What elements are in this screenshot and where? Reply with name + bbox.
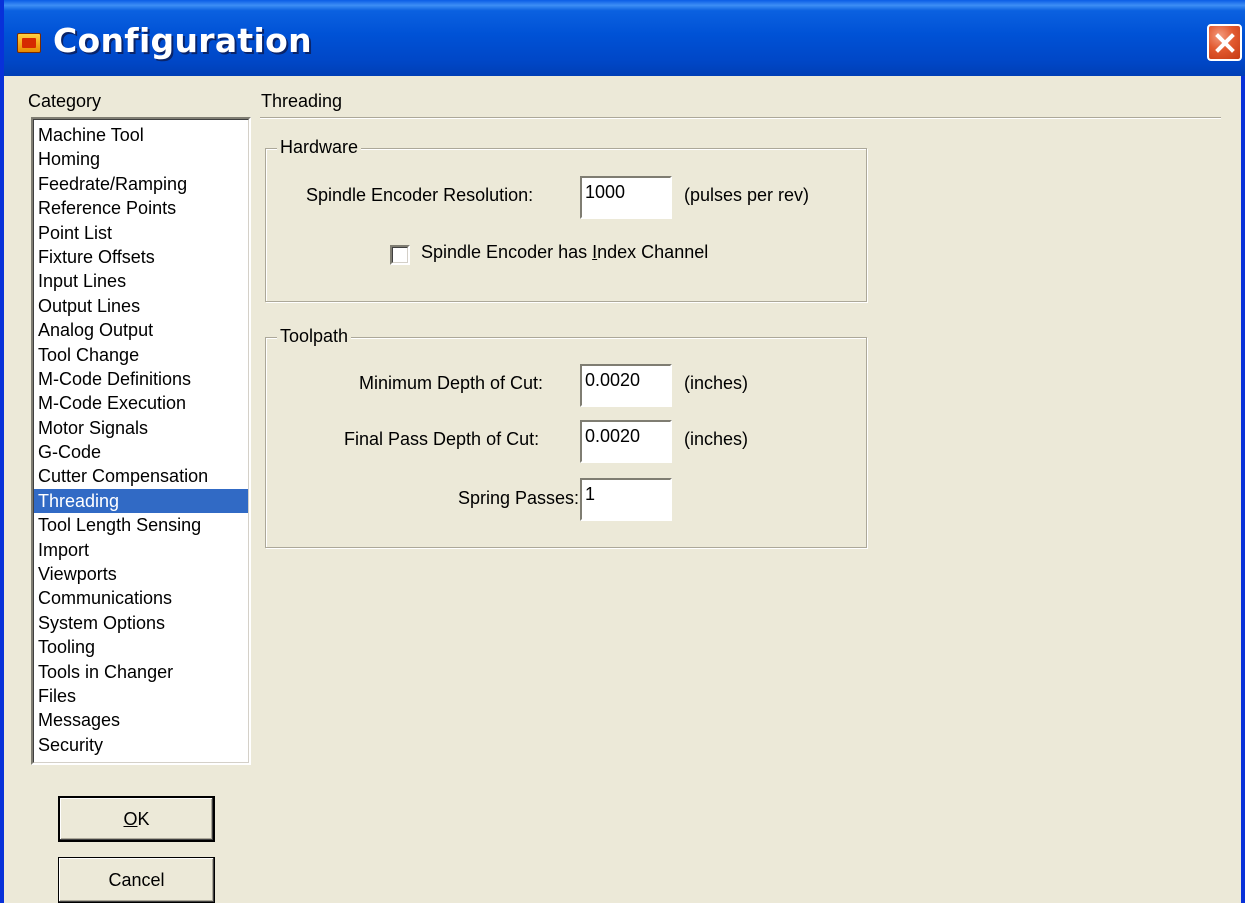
category-list[interactable]: Machine Tool Homing Feedrate/Ramping Refere… [31,117,251,765]
category-item[interactable]: Cutter Compensation [33,464,249,488]
final-depth-unit: (inches) [684,429,749,449]
category-item[interactable]: Files [33,684,249,708]
category-item[interactable]: Point List [33,221,249,245]
category-item[interactable]: System Options [33,611,249,635]
ok-button[interactable]: OK [58,796,215,842]
category-item[interactable]: Machine Tool [33,123,249,147]
configuration-dialog: Configuration Category Machine Tool Homin… [0,0,1245,903]
index-channel-label-pre: Spindle Encoder has [421,242,593,262]
category-item[interactable]: Tool Change [33,343,249,367]
toolpath-caption: Toolpath [277,326,352,347]
app-logo-icon [17,33,41,53]
category-item[interactable]: Threading [33,488,249,514]
min-depth-unit: (inches) [684,373,749,393]
title-bar[interactable]: Configuration [4,0,1245,76]
category-item[interactable]: Reference Points [33,196,249,220]
final-depth-label: Final Pass Depth of Cut: [344,429,540,449]
category-item[interactable]: Tooling [33,635,249,659]
category-item[interactable]: Motor Signals [33,416,249,440]
category-item[interactable]: Messages [33,708,249,732]
category-item[interactable]: M-Code Execution [33,391,249,415]
index-channel-label-post: ndex Channel [597,242,709,262]
category-item[interactable]: Import [33,538,249,562]
final-depth-input[interactable]: 0.0020 [580,420,672,463]
encoder-resolution-label: Spindle Encoder Resolution: [306,185,534,205]
category-item[interactable]: Viewports [33,562,249,586]
panel-separator [260,117,1221,119]
cancel-label: Cancel [108,869,165,890]
category-item[interactable]: M-Code Definitions [33,367,249,391]
category-label: Category [28,91,102,111]
category-item[interactable]: G-Code [33,440,249,464]
category-item[interactable]: Feedrate/Ramping [33,172,249,196]
index-channel-label[interactable]: Spindle Encoder has Index Channel [421,242,708,263]
category-item[interactable]: Tool Length Sensing [33,513,249,537]
spring-passes-input[interactable]: 1 [580,478,672,521]
hardware-group [265,148,867,302]
window-title: Configuration [53,21,312,60]
category-item[interactable]: Homing [33,147,249,171]
category-item[interactable]: Fixture Offsets [33,245,249,269]
spring-passes-label: Spring Passes: [458,488,580,508]
category-item[interactable]: Analog Output [33,318,249,342]
cancel-button[interactable]: Cancel [58,857,215,903]
category-item[interactable]: Security [33,733,249,757]
category-item[interactable]: Input Lines [33,269,249,293]
panel-title: Threading [261,91,343,111]
ok-mnemonic: O [123,808,138,829]
category-item[interactable]: Output Lines [33,294,249,318]
min-depth-input[interactable]: 0.0020 [580,364,672,407]
encoder-resolution-input[interactable]: 1000 [580,176,672,219]
close-icon [1214,32,1235,53]
hardware-caption: Hardware [277,137,362,158]
min-depth-label: Minimum Depth of Cut: [359,373,544,393]
index-channel-checkbox[interactable] [390,245,410,265]
ok-label: K [137,808,150,829]
encoder-resolution-unit: (pulses per rev) [684,185,810,205]
category-item[interactable]: Communications [33,586,249,610]
category-item[interactable]: Tools in Changer [33,660,249,684]
close-button[interactable] [1207,24,1242,61]
